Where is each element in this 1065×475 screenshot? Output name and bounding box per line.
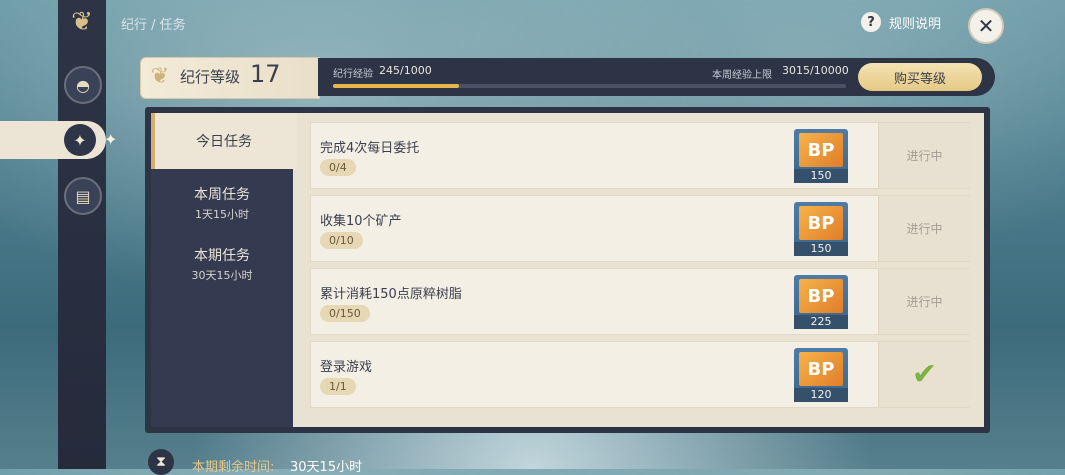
task-complete-check: ✔ (878, 342, 970, 407)
tab-season-timer: 30天15小时 (191, 269, 253, 282)
task-status: 进行中 (878, 269, 970, 334)
bp-exp-icon: BP (799, 133, 843, 167)
sparkle-icon: ✦ (104, 130, 118, 149)
task-row: 累计消耗150点原粹树脂 0/150 BP 225 进行中 (310, 268, 970, 335)
breadcrumb: 纪行 / 任务 (121, 18, 186, 33)
task-row: 完成4次每日委托 0/4 BP 150 进行中 (310, 122, 970, 189)
hourglass-icon: ⧗ (148, 449, 174, 475)
level-value: 17 (250, 60, 281, 88)
task-progress: 0/150 (320, 305, 370, 322)
shell-icon[interactable]: ◓ (64, 66, 102, 104)
reward-item[interactable]: BP 225 (794, 275, 848, 329)
reward-item[interactable]: BP 150 (794, 129, 848, 183)
tab-weekly[interactable]: 本周任务 1天15小时 (151, 184, 293, 222)
task-row: 登录游戏 1/1 BP 120 ✔ (310, 341, 970, 408)
bp-exp-icon: BP (799, 352, 843, 386)
task-title: 完成4次每日委托 (320, 141, 420, 156)
tab-weekly-timer: 1天15小时 (195, 208, 249, 221)
weekly-cap-label: 本周经验上限 (712, 70, 772, 81)
weekly-cap-value: 3015/10000 (782, 64, 849, 77)
task-status: 进行中 (878, 123, 970, 188)
level-label: 纪行等级 (180, 68, 241, 86)
rules-label: 规则说明 (889, 16, 942, 32)
level-emblem-icon: ❦ (150, 63, 170, 89)
reward-item[interactable]: BP 150 (794, 202, 848, 256)
task-row: 收集10个矿产 0/10 BP 150 进行中 (310, 195, 970, 262)
check-icon: ✔ (911, 357, 938, 392)
banner-icon[interactable]: ✦ (64, 124, 96, 156)
help-icon: ? (861, 12, 881, 32)
reward-qty: 150 (794, 169, 848, 183)
rules-button[interactable]: ? 规则说明 (861, 12, 941, 32)
reward-qty: 225 (794, 315, 848, 329)
task-title: 累计消耗150点原粹树脂 (320, 287, 462, 302)
tab-weekly-label: 本周任务 (194, 187, 250, 203)
scroll-icon[interactable]: ▤ (64, 177, 102, 215)
emblem-icon[interactable]: ❦ (65, 4, 99, 40)
task-progress: 1/1 (320, 378, 356, 395)
bp-exp-icon: BP (799, 206, 843, 240)
reward-qty: 150 (794, 242, 848, 256)
tab-today-label: 今日任务 (196, 134, 252, 150)
exp-value: 245/1000 (379, 64, 432, 77)
tab-season[interactable]: 本期任务 30天15小时 (151, 245, 293, 283)
close-button[interactable]: ✕ (968, 8, 1004, 44)
buy-level-button[interactable]: 购买等级 (858, 63, 982, 91)
reward-item[interactable]: BP 120 (794, 348, 848, 402)
task-progress: 0/4 (320, 159, 356, 176)
task-status: 进行中 (878, 196, 970, 261)
exp-label: 纪行经验 (333, 69, 373, 80)
season-remaining-label: 本期剩余时间: (192, 460, 275, 475)
task-title: 收集10个矿产 (320, 214, 402, 229)
bp-exp-icon: BP (799, 279, 843, 313)
task-title: 登录游戏 (320, 360, 373, 375)
tab-season-label: 本期任务 (194, 248, 250, 264)
task-progress: 0/10 (320, 232, 363, 249)
exp-progress-fill (333, 84, 459, 88)
season-remaining-value: 30天15小时 (290, 460, 363, 475)
reward-qty: 120 (794, 388, 848, 402)
